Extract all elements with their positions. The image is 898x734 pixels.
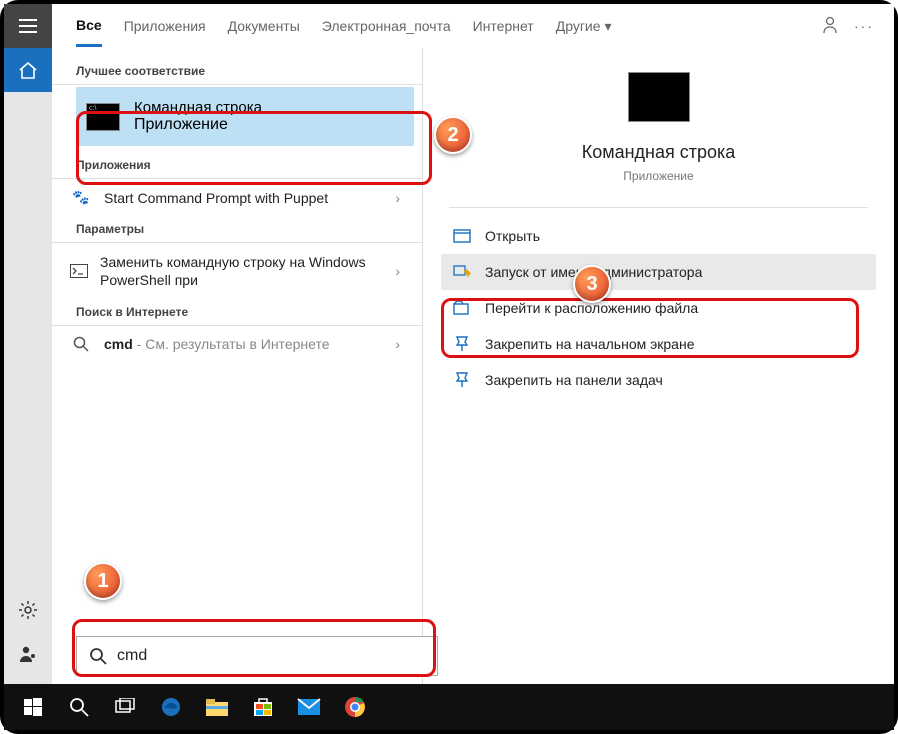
chevron-right-icon: ›: [395, 336, 404, 352]
best-match-subtitle: Приложение: [134, 116, 262, 134]
web-result-item[interactable]: cmd - См. результаты в Интернете ›: [52, 326, 422, 362]
tab-more[interactable]: Другие▾: [556, 7, 612, 46]
cmd-icon: [86, 103, 120, 131]
action-run-admin[interactable]: Запуск от имени администратора: [441, 254, 876, 290]
tab-internet[interactable]: Интернет: [473, 7, 534, 45]
chrome-icon[interactable]: [332, 684, 378, 730]
user-icon[interactable]: [4, 632, 52, 676]
section-best-match: Лучшее соответствие: [52, 58, 422, 84]
app-result-item[interactable]: 🐾 Start Command Prompt with Puppet ›: [52, 179, 422, 216]
home-icon[interactable]: [4, 48, 52, 92]
settings-result-label: Заменить командную строку на Windows Pow…: [100, 253, 383, 289]
preview-title: Командная строка: [582, 142, 736, 163]
chevron-right-icon: ›: [395, 263, 404, 279]
tab-docs[interactable]: Документы: [228, 7, 300, 45]
search-value: cmd: [117, 647, 147, 665]
chevron-right-icon: ›: [395, 190, 404, 206]
section-apps: Приложения: [52, 152, 422, 178]
settings-result-item[interactable]: Заменить командную строку на Windows Pow…: [52, 243, 422, 299]
action-pin-start[interactable]: Закрепить на начальном экране: [423, 326, 894, 362]
action-pin-task-label: Закрепить на панели задач: [485, 372, 663, 388]
action-open-label: Открыть: [485, 228, 540, 244]
mail-icon[interactable]: [286, 684, 332, 730]
search-icon: [70, 336, 92, 352]
app-result-label: Start Command Prompt with Puppet: [104, 190, 328, 206]
action-pin-taskbar[interactable]: Закрепить на панели задач: [423, 362, 894, 398]
preview-app-icon: [628, 72, 690, 122]
action-open[interactable]: Открыть: [423, 218, 894, 254]
section-settings: Параметры: [52, 216, 422, 242]
edge-icon[interactable]: [148, 684, 194, 730]
taskbar-search-icon[interactable]: [56, 684, 102, 730]
action-pin-start-label: Закрепить на начальном экране: [485, 336, 695, 352]
tab-apps[interactable]: Приложения: [124, 7, 206, 45]
tab-email[interactable]: Электронная_почта: [322, 7, 451, 45]
chevron-down-icon: ▾: [605, 18, 612, 35]
best-match-item[interactable]: Командная строка Приложение: [76, 87, 414, 146]
start-button[interactable]: [10, 684, 56, 730]
settings-icon[interactable]: [4, 588, 52, 632]
section-web: Поиск в Интернете: [52, 299, 422, 325]
tab-all[interactable]: Все: [76, 6, 102, 47]
search-tabs: Все Приложения Документы Электронная_поч…: [52, 4, 894, 48]
best-match-title: Командная строка: [134, 99, 262, 116]
search-input[interactable]: cmd: [76, 636, 438, 676]
taskbar: [4, 684, 894, 730]
marker-1: 1: [84, 562, 122, 600]
marker-3: 3: [573, 265, 611, 303]
puppet-icon: 🐾: [70, 189, 92, 206]
marker-2: 2: [434, 116, 472, 154]
action-open-location[interactable]: Перейти к расположению файла: [423, 290, 894, 326]
search-icon: [89, 647, 107, 665]
console-icon: [70, 264, 88, 278]
hamburger-icon[interactable]: [4, 4, 52, 48]
explorer-icon[interactable]: [194, 684, 240, 730]
more-icon[interactable]: ···: [854, 18, 874, 34]
feedback-icon[interactable]: [820, 15, 840, 38]
preview-subtitle: Приложение: [623, 169, 693, 183]
left-rail: [4, 4, 52, 684]
preview-column: Командная строка Приложение Открыть Запу…: [422, 48, 894, 684]
web-result-label: cmd - См. результаты в Интернете: [104, 336, 329, 352]
taskview-icon[interactable]: [102, 684, 148, 730]
store-icon[interactable]: [240, 684, 286, 730]
